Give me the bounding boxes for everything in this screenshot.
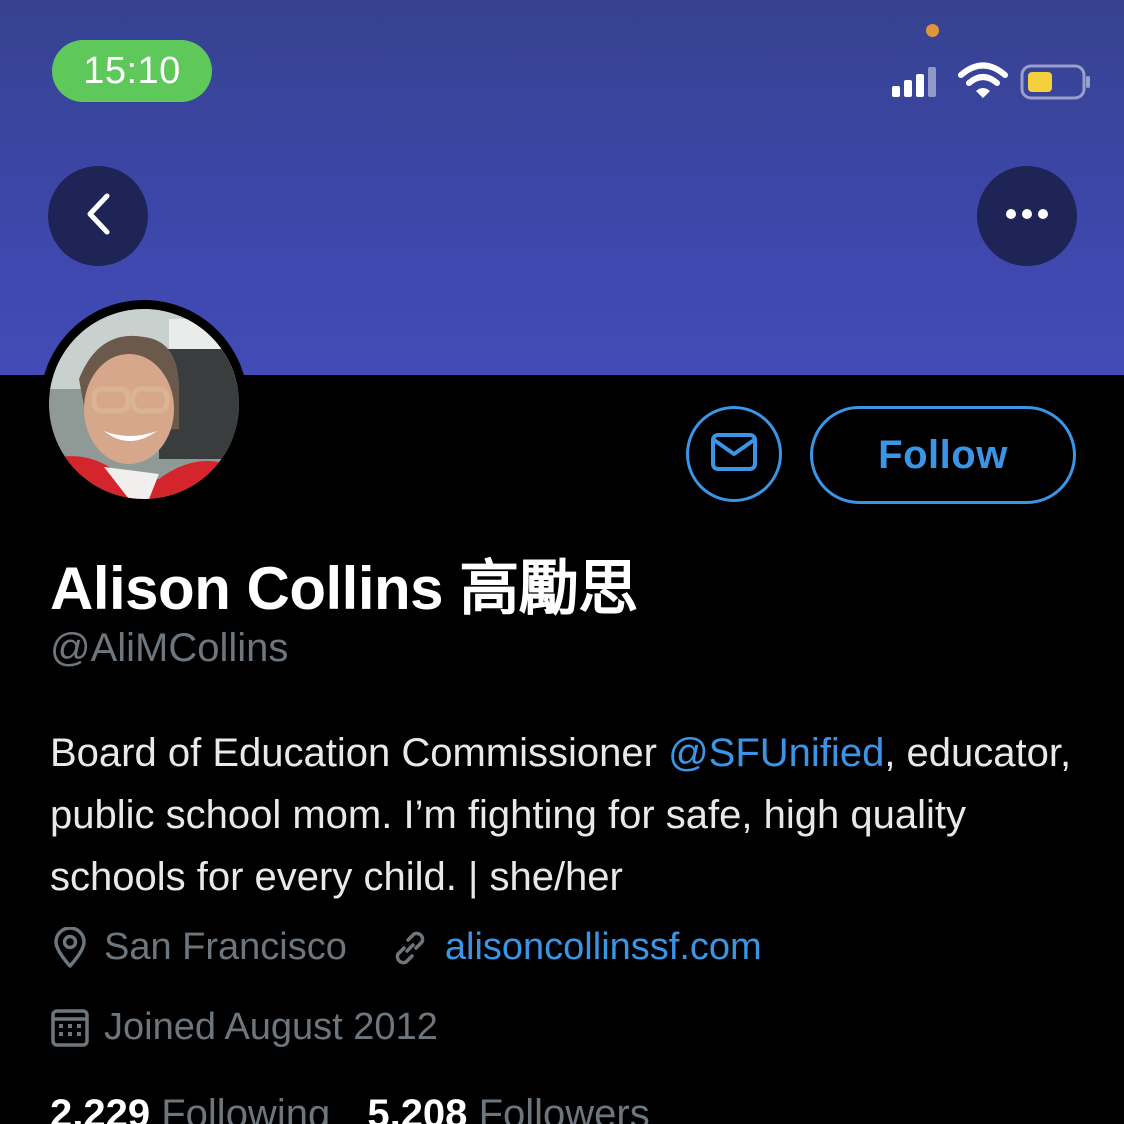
profile-stats: 2,229 Following 5,208 Followers (50, 1092, 650, 1124)
more-horizontal-icon (1005, 207, 1049, 225)
profile-meta-joined: Joined August 2012 (50, 1006, 438, 1049)
follow-button[interactable]: Follow (810, 406, 1076, 504)
message-button[interactable] (686, 406, 782, 502)
bio-text-start: Board of Education Commissioner (50, 731, 669, 775)
location-pin-icon (50, 926, 90, 969)
joined-date-text: Joined August 2012 (104, 1006, 438, 1048)
profile-handle: @AliMCollins (50, 626, 289, 670)
privacy-indicator-dot (926, 24, 939, 37)
profile-screen: 15:10 Follow Alison Collins 高勵思 @AliMCol… (0, 0, 1124, 1124)
following-link[interactable]: 2,229 Following (50, 1092, 330, 1124)
followers-link[interactable]: 5,208 Followers (367, 1092, 649, 1124)
followers-count: 5,208 (367, 1092, 468, 1124)
followers-label: Followers (478, 1092, 650, 1124)
profile-display-name: Alison Collins 高勵思 (50, 555, 638, 622)
cellular-signal-icon (892, 66, 942, 103)
wifi-icon (958, 62, 1008, 105)
chevron-left-icon (83, 192, 113, 241)
following-label: Following (161, 1092, 331, 1124)
battery-icon (1020, 63, 1092, 106)
location-text: San Francisco (104, 926, 347, 968)
back-button[interactable] (48, 166, 148, 266)
profile-meta-location-website: San Francisco alisoncollinssf.com (50, 926, 762, 969)
more-options-button[interactable] (977, 166, 1077, 266)
status-time: 15:10 (52, 40, 212, 102)
website-link[interactable]: alisoncollinssf.com (445, 926, 762, 969)
avatar[interactable] (49, 309, 239, 499)
bio-mention-link[interactable]: @SFUnified (668, 731, 884, 775)
profile-bio: Board of Education Commissioner @SFUnifi… (50, 722, 1100, 908)
calendar-icon (50, 1008, 90, 1048)
link-icon (389, 927, 431, 969)
following-count: 2,229 (50, 1092, 151, 1124)
envelope-icon (710, 432, 758, 477)
